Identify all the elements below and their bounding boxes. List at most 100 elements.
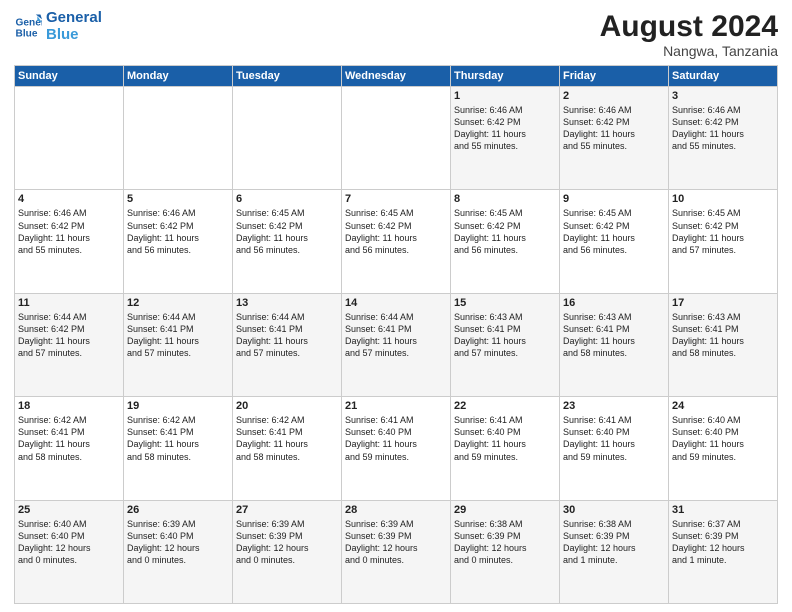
day-number: 7: [345, 193, 447, 205]
logo-blue: Blue: [46, 27, 102, 44]
cell-info: Sunrise: 6:39 AM Sunset: 6:39 PM Dayligh…: [345, 518, 447, 567]
cell-info: Sunrise: 6:39 AM Sunset: 6:40 PM Dayligh…: [127, 518, 229, 567]
logo-text-block: General Blue: [46, 10, 102, 43]
calendar-cell: 14Sunrise: 6:44 AM Sunset: 6:41 PM Dayli…: [342, 293, 451, 396]
day-number: 6: [236, 193, 338, 205]
cell-info: Sunrise: 6:44 AM Sunset: 6:41 PM Dayligh…: [236, 311, 338, 360]
cell-info: Sunrise: 6:46 AM Sunset: 6:42 PM Dayligh…: [454, 104, 556, 153]
day-number: 20: [236, 400, 338, 412]
calendar-cell: 28 Sunrise: 6:39 AM Sunset: 6:39 PM Dayli…: [342, 500, 451, 603]
cell-info: Sunrise: 6:46 AM Sunset: 6:42 PM Dayligh…: [563, 104, 665, 153]
calendar-cell: 9Sunrise: 6:45 AM Sunset: 6:42 PM Daylig…: [560, 190, 669, 293]
day-number: 23: [563, 400, 665, 412]
day-number: 29: [454, 504, 556, 516]
calendar-cell: 4 Sunrise: 6:46 AM Sunset: 6:42 PM Daylig…: [15, 190, 124, 293]
calendar-header-tuesday: Tuesday: [233, 66, 342, 87]
day-number: 3: [672, 90, 774, 102]
cell-info: Sunrise: 6:42 AM Sunset: 6:41 PM Dayligh…: [236, 414, 338, 463]
calendar-table: SundayMondayTuesdayWednesdayThursdayFrid…: [14, 65, 778, 604]
calendar-cell: 18Sunrise: 6:42 AM Sunset: 6:41 PM Dayli…: [15, 397, 124, 500]
calendar-cell: [15, 87, 124, 190]
calendar-cell: 20 Sunrise: 6:42 AM Sunset: 6:41 PM Dayli…: [233, 397, 342, 500]
day-number: 17: [672, 297, 774, 309]
day-number: 25: [18, 504, 120, 516]
calendar-cell: 7 Sunrise: 6:45 AM Sunset: 6:42 PM Daylig…: [342, 190, 451, 293]
day-number: 31: [672, 504, 774, 516]
cell-info: Sunrise: 6:43 AM Sunset: 6:41 PM Dayligh…: [454, 311, 556, 360]
calendar-cell: 5Sunrise: 6:46 AM Sunset: 6:42 PM Daylig…: [124, 190, 233, 293]
calendar-cell: 23Sunrise: 6:41 AM Sunset: 6:40 PM Dayli…: [560, 397, 669, 500]
cell-info: Sunrise: 6:46 AM Sunset: 6:42 PM Dayligh…: [18, 207, 120, 256]
page: General Blue General Blue August 2024 Na…: [0, 0, 792, 612]
calendar-cell: 22 Sunrise: 6:41 AM Sunset: 6:40 PM Dayli…: [451, 397, 560, 500]
day-number: 12: [127, 297, 229, 309]
calendar-header-monday: Monday: [124, 66, 233, 87]
day-number: 26: [127, 504, 229, 516]
calendar-cell: 3 Sunrise: 6:46 AM Sunset: 6:42 PM Daylig…: [669, 87, 778, 190]
day-number: 28: [345, 504, 447, 516]
cell-info: Sunrise: 6:37 AM Sunset: 6:39 PM Dayligh…: [672, 518, 774, 567]
calendar-cell: 13Sunrise: 6:44 AM Sunset: 6:41 PM Dayli…: [233, 293, 342, 396]
day-number: 27: [236, 504, 338, 516]
cell-info: Sunrise: 6:44 AM Sunset: 6:41 PM Dayligh…: [127, 311, 229, 360]
calendar-cell: [342, 87, 451, 190]
cell-info: Sunrise: 6:42 AM Sunset: 6:41 PM Dayligh…: [18, 414, 120, 463]
cell-info: Sunrise: 6:40 AM Sunset: 6:40 PM Dayligh…: [672, 414, 774, 463]
calendar-header-sunday: Sunday: [15, 66, 124, 87]
calendar-cell: 17 Sunrise: 6:43 AM Sunset: 6:41 PM Dayli…: [669, 293, 778, 396]
day-number: 1: [454, 90, 556, 102]
day-number: 14: [345, 297, 447, 309]
calendar-cell: 12 Sunrise: 6:44 AM Sunset: 6:41 PM Dayli…: [124, 293, 233, 396]
cell-info: Sunrise: 6:43 AM Sunset: 6:41 PM Dayligh…: [672, 311, 774, 360]
cell-info: Sunrise: 6:39 AM Sunset: 6:39 PM Dayligh…: [236, 518, 338, 567]
logo: General Blue General Blue: [14, 10, 102, 43]
calendar-week-4: 18Sunrise: 6:42 AM Sunset: 6:41 PM Dayli…: [15, 397, 778, 500]
cell-info: Sunrise: 6:45 AM Sunset: 6:42 PM Dayligh…: [672, 207, 774, 256]
calendar-header-saturday: Saturday: [669, 66, 778, 87]
logo-icon: General Blue: [14, 13, 42, 41]
month-year: August 2024: [600, 10, 778, 43]
day-number: 11: [18, 297, 120, 309]
calendar-cell: 30Sunrise: 6:38 AM Sunset: 6:39 PM Dayli…: [560, 500, 669, 603]
cell-info: Sunrise: 6:41 AM Sunset: 6:40 PM Dayligh…: [454, 414, 556, 463]
calendar-cell: 24Sunrise: 6:40 AM Sunset: 6:40 PM Dayli…: [669, 397, 778, 500]
calendar-cell: 1 Sunrise: 6:46 AM Sunset: 6:42 PM Daylig…: [451, 87, 560, 190]
location: Nangwa, Tanzania: [600, 43, 778, 59]
cell-info: Sunrise: 6:45 AM Sunset: 6:42 PM Dayligh…: [563, 207, 665, 256]
calendar-cell: 11 Sunrise: 6:44 AM Sunset: 6:42 PM Dayli…: [15, 293, 124, 396]
calendar-cell: 19 Sunrise: 6:42 AM Sunset: 6:41 PM Dayli…: [124, 397, 233, 500]
calendar-cell: 10Sunrise: 6:45 AM Sunset: 6:42 PM Dayli…: [669, 190, 778, 293]
calendar-header-friday: Friday: [560, 66, 669, 87]
calendar-cell: 27 Sunrise: 6:39 AM Sunset: 6:39 PM Dayli…: [233, 500, 342, 603]
day-number: 16: [563, 297, 665, 309]
cell-info: Sunrise: 6:45 AM Sunset: 6:42 PM Dayligh…: [454, 207, 556, 256]
calendar-cell: 25 Sunrise: 6:40 AM Sunset: 6:40 PM Dayli…: [15, 500, 124, 603]
day-number: 2: [563, 90, 665, 102]
day-number: 5: [127, 193, 229, 205]
day-number: 15: [454, 297, 556, 309]
calendar-week-3: 11 Sunrise: 6:44 AM Sunset: 6:42 PM Dayli…: [15, 293, 778, 396]
header: General Blue General Blue August 2024 Na…: [14, 10, 778, 59]
cell-info: Sunrise: 6:42 AM Sunset: 6:41 PM Dayligh…: [127, 414, 229, 463]
calendar-header-thursday: Thursday: [451, 66, 560, 87]
day-number: 30: [563, 504, 665, 516]
cell-info: Sunrise: 6:38 AM Sunset: 6:39 PM Dayligh…: [454, 518, 556, 567]
cell-info: Sunrise: 6:46 AM Sunset: 6:42 PM Dayligh…: [672, 104, 774, 153]
calendar-cell: 21Sunrise: 6:41 AM Sunset: 6:40 PM Dayli…: [342, 397, 451, 500]
day-number: 19: [127, 400, 229, 412]
calendar-cell: 15 Sunrise: 6:43 AM Sunset: 6:41 PM Dayli…: [451, 293, 560, 396]
svg-text:Blue: Blue: [16, 28, 38, 39]
calendar-cell: [124, 87, 233, 190]
day-number: 4: [18, 193, 120, 205]
calendar-cell: [233, 87, 342, 190]
cell-info: Sunrise: 6:44 AM Sunset: 6:42 PM Dayligh…: [18, 311, 120, 360]
calendar-cell: 2 Sunrise: 6:46 AM Sunset: 6:42 PM Daylig…: [560, 87, 669, 190]
cell-info: Sunrise: 6:45 AM Sunset: 6:42 PM Dayligh…: [345, 207, 447, 256]
cell-info: Sunrise: 6:41 AM Sunset: 6:40 PM Dayligh…: [345, 414, 447, 463]
calendar-week-2: 4 Sunrise: 6:46 AM Sunset: 6:42 PM Daylig…: [15, 190, 778, 293]
day-number: 22: [454, 400, 556, 412]
calendar-cell: 6Sunrise: 6:45 AM Sunset: 6:42 PM Daylig…: [233, 190, 342, 293]
cell-info: Sunrise: 6:40 AM Sunset: 6:40 PM Dayligh…: [18, 518, 120, 567]
calendar-cell: 26 Sunrise: 6:39 AM Sunset: 6:40 PM Dayli…: [124, 500, 233, 603]
calendar-cell: 31 Sunrise: 6:37 AM Sunset: 6:39 PM Dayli…: [669, 500, 778, 603]
